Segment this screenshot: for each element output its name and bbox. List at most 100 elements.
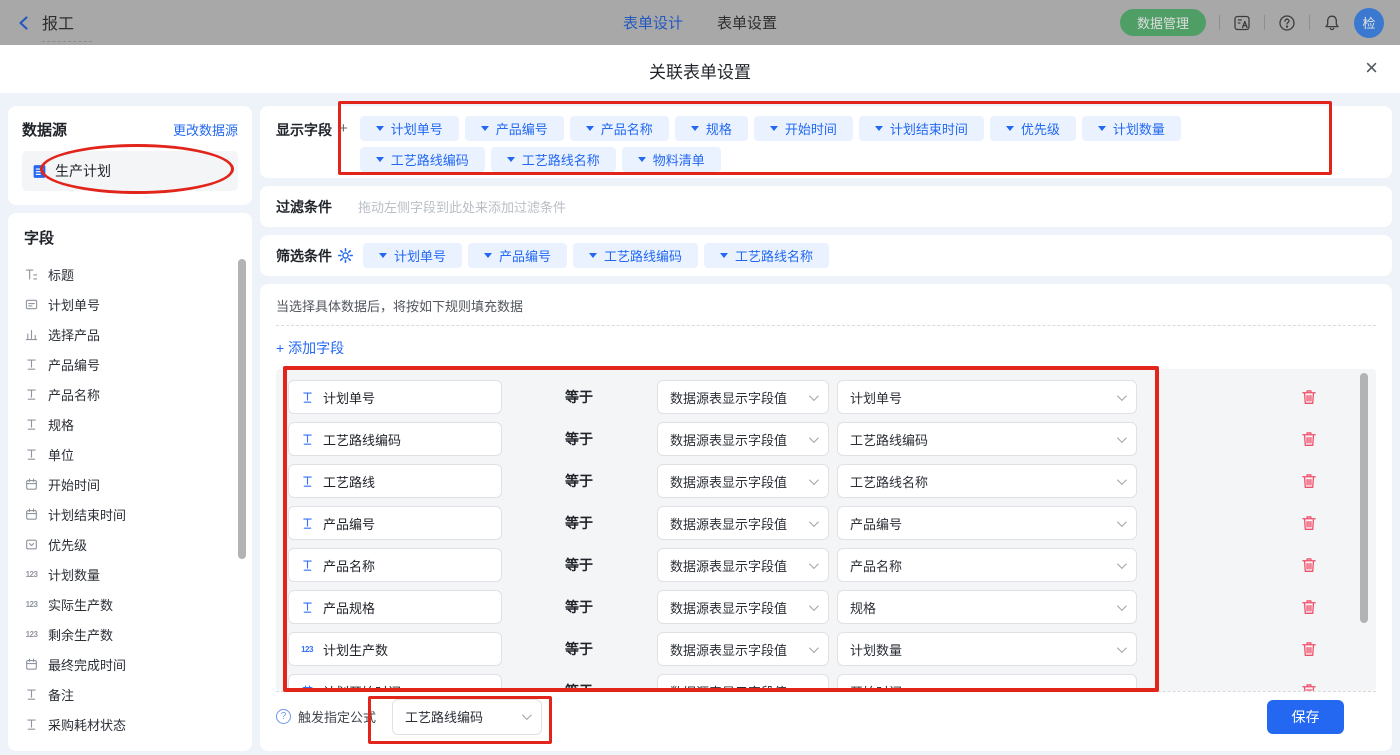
delete-icon[interactable] <box>1300 388 1318 406</box>
field-list-item[interactable]: 产品编号 <box>24 349 238 379</box>
rules-scrollbar[interactable] <box>1360 373 1368 623</box>
delete-icon[interactable] <box>1300 640 1318 658</box>
display-field-tag[interactable]: 优先级 <box>990 116 1076 141</box>
field-list-item[interactable]: 选择产品 <box>24 319 238 349</box>
close-icon[interactable]: × <box>1365 54 1378 82</box>
source-select[interactable]: 数据源表显示字段值 <box>657 674 829 691</box>
field-list-item[interactable]: 最终完成时间 <box>24 649 238 679</box>
field-list-item[interactable]: 计划单号 <box>24 289 238 319</box>
filter-card: 过滤条件 拖动左侧字段到此处来添加过滤条件 <box>260 186 1392 227</box>
translate-icon[interactable] <box>1233 14 1251 32</box>
display-field-tag[interactable]: 规格 <box>675 116 748 141</box>
delete-icon[interactable] <box>1300 430 1318 448</box>
display-field-tag[interactable]: 工艺路线编码 <box>360 147 485 172</box>
divider <box>1264 15 1265 30</box>
field-list-item[interactable]: 采购耗材状态 <box>24 709 238 739</box>
rule-field-label: 产品名称 <box>323 556 375 575</box>
source-select[interactable]: 数据源表显示字段值 <box>657 506 829 540</box>
rule-field-box[interactable]: 产品规格 <box>288 590 502 624</box>
display-field-tag[interactable]: 计划数量 <box>1082 116 1181 141</box>
screening-tag[interactable]: 产品编号 <box>468 243 567 268</box>
source-select[interactable]: 数据源表显示字段值 <box>657 548 829 582</box>
chevron-down-icon <box>638 157 646 162</box>
display-field-tag[interactable]: 工艺路线名称 <box>491 147 616 172</box>
chevron-down-icon <box>481 126 489 131</box>
display-field-tag[interactable]: 计划单号 <box>360 116 459 141</box>
rule-field-box[interactable]: 产品名称 <box>288 548 502 582</box>
chevron-down-icon <box>589 253 597 258</box>
rule-field-box[interactable]: 产品编号 <box>288 506 502 540</box>
delete-icon[interactable] <box>1300 472 1318 490</box>
rule-field-box[interactable]: 计划开始时间 <box>288 674 502 691</box>
field-list-item[interactable]: 123 实际生产数 <box>24 589 238 619</box>
field-type-icon <box>24 537 39 552</box>
add-display-field-button[interactable]: + <box>339 120 348 137</box>
field-list-item[interactable]: 123 剩余生产数 <box>24 619 238 649</box>
delete-icon[interactable] <box>1300 514 1318 532</box>
value-select[interactable]: 规格 <box>837 590 1137 624</box>
source-select[interactable]: 数据源表显示字段值 <box>657 464 829 498</box>
field-list-item[interactable]: 计划结束时间 <box>24 499 238 529</box>
rule-field-box[interactable]: 计划单号 <box>288 380 502 414</box>
field-list-item[interactable]: 开始时间 <box>24 469 238 499</box>
display-field-tag[interactable]: 物料清单 <box>622 147 721 172</box>
source-select[interactable]: 数据源表显示字段值 <box>657 380 829 414</box>
value-select[interactable]: 计划单号 <box>837 380 1137 414</box>
help-icon[interactable] <box>1278 14 1296 32</box>
display-field-tag[interactable]: 计划结束时间 <box>859 116 984 141</box>
data-manage-button[interactable]: 数据管理 <box>1120 9 1206 36</box>
rules-footer: ? 触发指定公式 工艺路线编码 保存 <box>276 691 1376 741</box>
value-select[interactable]: 开始时间 <box>837 674 1137 691</box>
value-select[interactable]: 计划数量 <box>837 632 1137 666</box>
field-list-item[interactable]: 单位 <box>24 439 238 469</box>
center-tabs: 表单设计 表单设置 <box>623 12 777 33</box>
tab-form-settings[interactable]: 表单设置 <box>717 12 777 33</box>
field-type-icon <box>24 687 39 702</box>
related-form-settings-modal: 关联表单设置 × 数据源 更改数据源 生产计划 字段 <box>0 45 1400 755</box>
back-icon[interactable] <box>16 15 32 31</box>
delete-icon[interactable] <box>1300 598 1318 616</box>
screening-tag[interactable]: 工艺路线编码 <box>573 243 698 268</box>
display-field-tag[interactable]: 产品名称 <box>570 116 669 141</box>
fields-title: 字段 <box>24 227 238 248</box>
field-list-item[interactable]: 标题 <box>24 259 238 289</box>
value-select[interactable]: 产品编号 <box>837 506 1137 540</box>
trigger-formula-value: 工艺路线编码 <box>405 707 483 726</box>
delete-icon[interactable] <box>1300 556 1318 574</box>
screening-tag[interactable]: 工艺路线名称 <box>704 243 829 268</box>
display-field-tag[interactable]: 产品编号 <box>465 116 564 141</box>
avatar[interactable]: 检 <box>1354 8 1384 38</box>
field-list-item[interactable]: 123 计划数量 <box>24 559 238 589</box>
display-field-tag[interactable]: 开始时间 <box>754 116 853 141</box>
field-list-item[interactable]: 产品名称 <box>24 379 238 409</box>
display-fields-label: 显示字段 <box>276 120 332 140</box>
filter-drop-placeholder[interactable]: 拖动左侧字段到此处来添加过滤条件 <box>358 197 566 216</box>
value-select[interactable]: 工艺路线名称 <box>837 464 1137 498</box>
bell-icon[interactable] <box>1323 14 1341 32</box>
source-select[interactable]: 数据源表显示字段值 <box>657 590 829 624</box>
save-button[interactable]: 保存 <box>1267 700 1344 734</box>
screening-tag[interactable]: 计划单号 <box>363 243 462 268</box>
divider <box>276 325 1376 326</box>
sidebar-scrollbar[interactable] <box>238 259 246 559</box>
change-datasource-link[interactable]: 更改数据源 <box>173 120 238 139</box>
gear-icon[interactable] <box>338 248 353 263</box>
field-list-item[interactable]: 优先级 <box>24 529 238 559</box>
value-select[interactable]: 产品名称 <box>837 548 1137 582</box>
datasource-item[interactable]: 生产计划 <box>22 151 238 191</box>
trigger-formula-select[interactable]: 工艺路线编码 <box>392 699 542 735</box>
value-select-value: 计划单号 <box>850 388 902 407</box>
rule-field-box[interactable]: 工艺路线编码 <box>288 422 502 456</box>
tag-label: 工艺路线编码 <box>391 150 469 169</box>
field-list-item[interactable]: 备注 <box>24 679 238 709</box>
tab-form-design[interactable]: 表单设计 <box>623 12 683 33</box>
field-list-item[interactable]: 规格 <box>24 409 238 439</box>
rule-field-box[interactable]: 123 计划生产数 <box>288 632 502 666</box>
delete-icon[interactable] <box>1300 682 1318 691</box>
add-field-link[interactable]: + 添加字段 <box>276 338 344 360</box>
value-select[interactable]: 工艺路线编码 <box>837 422 1137 456</box>
help-icon[interactable]: ? <box>276 709 291 724</box>
source-select[interactable]: 数据源表显示字段值 <box>657 632 829 666</box>
source-select[interactable]: 数据源表显示字段值 <box>657 422 829 456</box>
rule-field-box[interactable]: 工艺路线 <box>288 464 502 498</box>
